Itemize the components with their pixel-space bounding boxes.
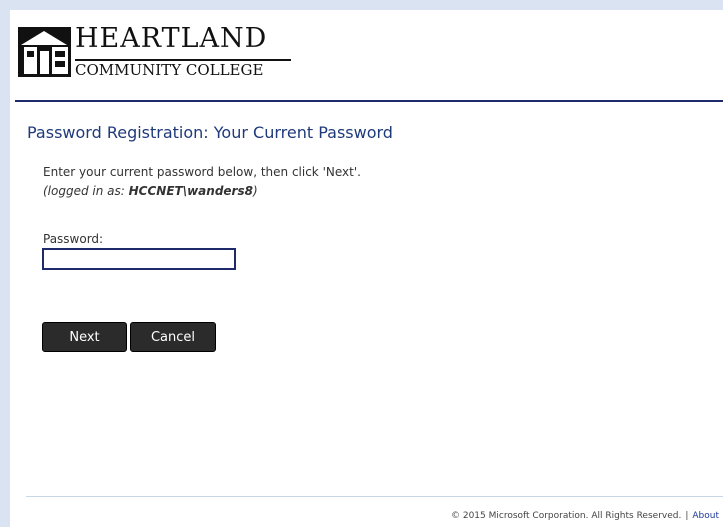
page-title: Password Registration: Your Current Pass… bbox=[27, 123, 393, 142]
footer: © 2015 Microsoft Corporation. All Rights… bbox=[451, 511, 719, 521]
logged-in-suffix: ) bbox=[252, 184, 258, 198]
logged-in-info: (logged in as: HCCNET\wanders8) bbox=[43, 184, 258, 198]
cancel-button[interactable]: Cancel bbox=[130, 322, 216, 352]
main-panel: HEARTLAND COMMUNITY COLLEGE Password Reg… bbox=[10, 10, 723, 527]
next-button[interactable]: Next bbox=[42, 322, 127, 352]
header-divider bbox=[15, 100, 723, 102]
footer-divider bbox=[26, 496, 723, 497]
about-link[interactable]: About bbox=[692, 511, 719, 521]
logo-title: HEARTLAND bbox=[75, 23, 268, 54]
password-label: Password: bbox=[43, 232, 104, 246]
logged-in-prefix: (logged in as: bbox=[43, 184, 129, 198]
logged-in-user: HCCNET\wanders8 bbox=[128, 184, 253, 198]
logo-subtitle: COMMUNITY COLLEGE bbox=[75, 61, 264, 79]
instructions-text: Enter your current password below, then … bbox=[43, 165, 361, 179]
footer-separator: | bbox=[685, 511, 689, 521]
copyright-text: © 2015 Microsoft Corporation. All Rights… bbox=[450, 511, 682, 521]
building-logo-icon bbox=[18, 27, 71, 77]
college-logo: HEARTLAND COMMUNITY COLLEGE bbox=[18, 23, 318, 79]
password-input[interactable] bbox=[42, 248, 236, 270]
